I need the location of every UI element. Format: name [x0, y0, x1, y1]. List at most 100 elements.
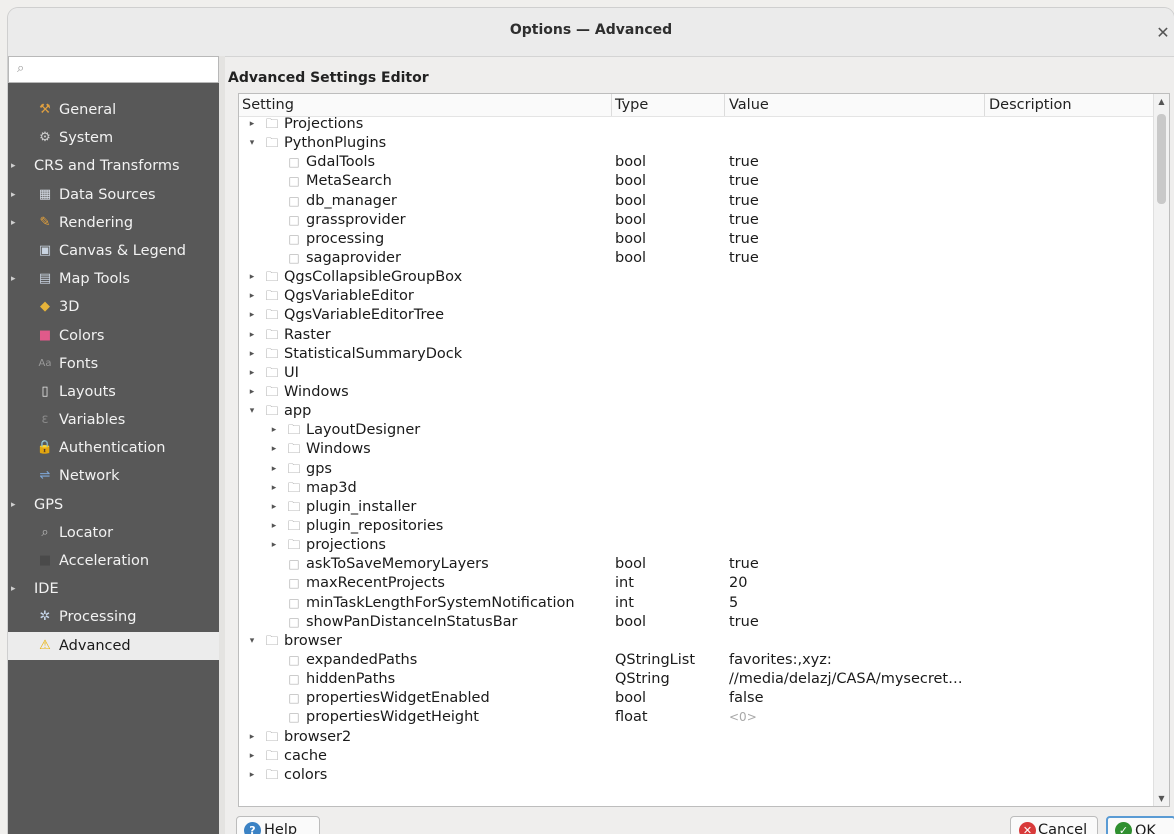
column-divider[interactable] [984, 94, 985, 116]
setting-value[interactable]: true [729, 211, 759, 230]
tree-group-row[interactable]: ▸ 🗀 plugin_repositories [239, 517, 1155, 536]
sidebar-item[interactable]: ▸ ▦ Data Sources [8, 181, 219, 209]
column-header-setting[interactable]: Setting [242, 97, 294, 113]
sidebar-item[interactable]: ▯ Layouts [8, 378, 219, 406]
sidebar-item[interactable]: ■ Acceleration [8, 547, 219, 575]
expand-arrow-icon[interactable]: ▸ [247, 747, 257, 766]
setting-value[interactable]: 5 [729, 594, 738, 613]
setting-value[interactable]: true [729, 555, 759, 574]
tree-setting-row[interactable]: □ db_manager bool true [239, 192, 1155, 211]
expand-arrow-icon[interactable]: ▸ [269, 421, 279, 440]
expand-arrow-icon[interactable]: ▸ [269, 536, 279, 555]
expand-arrow-icon[interactable]: ▸ [247, 287, 257, 306]
tree-group-row[interactable]: ▸ 🗀 gps [239, 460, 1155, 479]
expand-arrow-icon[interactable]: ▸ [247, 306, 257, 325]
expand-arrow-icon[interactable]: ▸ [269, 517, 279, 536]
setting-value[interactable]: 20 [729, 574, 747, 593]
sidebar-item[interactable]: ▸ ▤ Map Tools [8, 265, 219, 293]
expand-arrow-icon[interactable]: ▸ [269, 498, 279, 517]
tree-group-row[interactable]: ▸ 🗀 plugin_installer [239, 498, 1155, 517]
sidebar-item[interactable]: ⚒ General [8, 96, 219, 124]
tree-group-row[interactable]: ▸ 🗀 Windows [239, 383, 1155, 402]
tree-group-row[interactable]: ▸ 🗀 QgsVariableEditor [239, 287, 1155, 306]
column-header-type[interactable]: Type [615, 97, 648, 113]
column-header-value[interactable]: Value [729, 97, 769, 113]
expand-arrow-icon[interactable]: ▸ [11, 491, 16, 519]
tree-setting-row[interactable]: □ processing bool true [239, 230, 1155, 249]
sidebar-item[interactable]: ε Variables [8, 406, 219, 434]
expand-arrow-icon[interactable]: ▸ [247, 115, 257, 134]
sidebar-item[interactable]: ▸ ✎ Rendering [8, 209, 219, 237]
tree-group-row[interactable]: ▸ 🗀 map3d [239, 479, 1155, 498]
vertical-scrollbar[interactable]: ▲ ▼ [1153, 94, 1169, 806]
sidebar-item[interactable]: ⚙ System [8, 124, 219, 152]
sidebar-item[interactable]: Aa Fonts [8, 350, 219, 378]
column-header-description[interactable]: Description [989, 97, 1072, 113]
expand-arrow-icon[interactable]: ▸ [247, 326, 257, 345]
tree-group-row[interactable]: ▸ 🗀 Raster [239, 326, 1155, 345]
column-divider[interactable] [724, 94, 725, 116]
expand-arrow-icon[interactable]: ▸ [247, 345, 257, 364]
tree-group-row[interactable]: ▸ 🗀 Windows [239, 440, 1155, 459]
sidebar-item[interactable]: ■ Colors [8, 322, 219, 350]
tree-setting-row[interactable]: □ expandedPaths QStringList favorites:,xyz: [239, 651, 1155, 670]
setting-value[interactable]: true [729, 613, 759, 632]
tree-setting-row[interactable]: □ showPanDistanceInStatusBar bool true [239, 613, 1155, 632]
tree-setting-row[interactable]: □ askToSaveMemoryLayers bool true [239, 555, 1155, 574]
tree-setting-row[interactable]: □ propertiesWidgetHeight float <0> [239, 708, 1155, 727]
tree-group-row[interactable]: ▸ 🗀 LayoutDesigner [239, 421, 1155, 440]
tree-group-row[interactable]: ▾ 🗀 PythonPlugins [239, 134, 1155, 153]
tree-setting-row[interactable]: □ grassprovider bool true [239, 211, 1155, 230]
expand-arrow-icon[interactable]: ▸ [11, 209, 16, 237]
tree-group-row[interactable]: ▸ 🗀 colors [239, 766, 1155, 785]
column-divider[interactable] [611, 94, 612, 116]
sidebar-item[interactable]: ⇌ Network [8, 462, 219, 490]
tree-setting-row[interactable]: □ MetaSearch bool true [239, 172, 1155, 191]
search-input[interactable]: ⌕ [8, 56, 219, 83]
expand-arrow-icon[interactable]: ▸ [247, 268, 257, 287]
settings-tree[interactable]: Setting Type Value Description ▸ 🗀 Project… [238, 93, 1170, 807]
sidebar-item[interactable]: ✲ Processing [8, 603, 219, 631]
expand-arrow-icon[interactable]: ▸ [247, 383, 257, 402]
tree-group-row[interactable]: ▾ 🗀 app [239, 402, 1155, 421]
close-icon[interactable]: ✕ [1152, 22, 1174, 44]
expand-arrow-icon[interactable]: ▸ [11, 265, 16, 293]
sidebar-item[interactable]: 🔒 Authentication [8, 434, 219, 462]
setting-value[interactable]: true [729, 230, 759, 249]
tree-group-row[interactable]: ▸ 🗀 QgsCollapsibleGroupBox [239, 268, 1155, 287]
sidebar-item[interactable]: ⌕ Locator [8, 519, 219, 547]
expand-arrow-icon[interactable]: ▸ [269, 479, 279, 498]
setting-value[interactable]: true [729, 249, 759, 268]
help-button[interactable]: ? Help [236, 816, 320, 834]
expand-arrow-icon[interactable]: ▸ [247, 766, 257, 785]
setting-value[interactable]: true [729, 172, 759, 191]
sidebar-item[interactable]: ▸ CRS and Transforms [8, 152, 219, 180]
expand-arrow-icon[interactable]: ▸ [269, 440, 279, 459]
sidebar-item[interactable]: ◆ 3D [8, 293, 219, 321]
tree-group-row[interactable]: ▸ 🗀 projections [239, 536, 1155, 555]
collapse-arrow-icon[interactable]: ▾ [247, 134, 257, 153]
collapse-arrow-icon[interactable]: ▾ [247, 402, 257, 421]
tree-group-row[interactable]: ▸ 🗀 cache [239, 747, 1155, 766]
sidebar-item[interactable]: ⚠ Advanced [8, 631, 219, 660]
setting-value[interactable]: true [729, 153, 759, 172]
tree-setting-row[interactable]: □ maxRecentProjects int 20 [239, 574, 1155, 593]
expand-arrow-icon[interactable]: ▸ [247, 364, 257, 383]
scroll-down-icon[interactable]: ▼ [1154, 791, 1169, 806]
tree-group-row[interactable]: ▾ 🗀 browser [239, 632, 1155, 651]
expand-arrow-icon[interactable]: ▸ [11, 575, 16, 603]
tree-setting-row[interactable]: □ propertiesWidgetEnabled bool false [239, 689, 1155, 708]
cancel-button[interactable]: ✕ Cancel [1010, 816, 1098, 834]
tree-setting-row[interactable]: □ hiddenPaths QString //media/delazj/CASA/m… [239, 670, 1155, 689]
setting-value[interactable]: favorites:,xyz: [729, 651, 832, 670]
setting-value[interactable]: false [729, 689, 764, 708]
tree-group-row[interactable]: ▸ 🗀 Projections [239, 115, 1155, 134]
sidebar-item[interactable]: ▣ Canvas & Legend [8, 237, 219, 265]
tree-group-row[interactable]: ▸ 🗀 StatisticalSummaryDock [239, 345, 1155, 364]
setting-value[interactable]: //media/delazj/CASA/mysecret… [729, 670, 963, 689]
expand-arrow-icon[interactable]: ▸ [269, 460, 279, 479]
sidebar-item[interactable]: ▸ GPS [8, 491, 219, 519]
setting-value[interactable]: <0> [729, 708, 757, 727]
scroll-up-icon[interactable]: ▲ [1154, 94, 1169, 109]
expand-arrow-icon[interactable]: ▸ [11, 152, 16, 180]
